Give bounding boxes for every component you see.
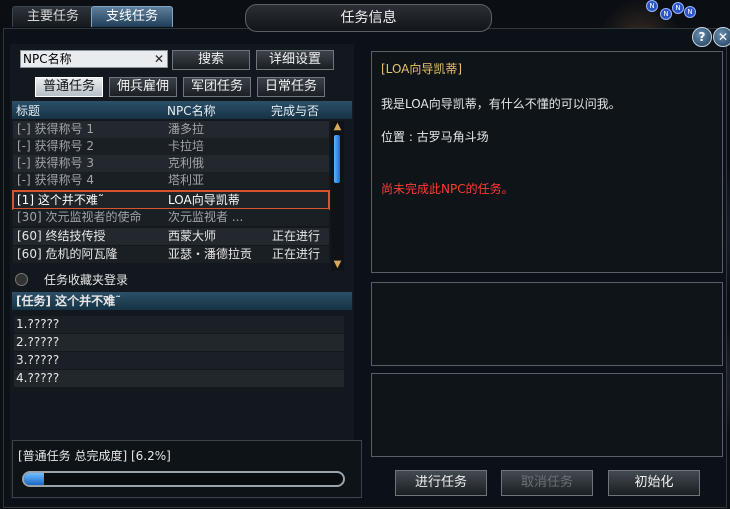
reward-panel bbox=[371, 282, 723, 366]
quest-npc: 西蒙大师 bbox=[168, 229, 217, 243]
quest-title: [1] 这个并不难˜ bbox=[17, 193, 104, 207]
quest-row[interactable]: [30] 次元监视者的使命 次元监视者 ... bbox=[13, 209, 329, 226]
filter-tab-daily[interactable]: 日常任务 bbox=[257, 77, 325, 97]
quest-npc: 塔利亚 bbox=[168, 173, 205, 187]
objective-row: 1.????? bbox=[14, 316, 344, 333]
completion-label: [普通任务 总完成度] [6.2%] bbox=[18, 449, 171, 463]
npc-greeting: 我是LOA向导凯蒂，有什么不懂的可以问我。 bbox=[381, 97, 621, 111]
reset-button[interactable]: 初始化 bbox=[608, 470, 700, 496]
quest-npc: 潘多拉 bbox=[168, 122, 205, 136]
quest-title: [30] 次元监视者的使命 bbox=[17, 210, 142, 224]
quest-row[interactable]: [-] 获得称号 1 潘多拉 bbox=[13, 121, 329, 138]
extra-panel bbox=[371, 373, 723, 457]
quest-row[interactable]: [-] 获得称号 3 克利俄 bbox=[13, 155, 329, 172]
search-input-value: NPC名称 bbox=[23, 52, 72, 66]
cancel-quest-button[interactable]: 取消任务 bbox=[501, 470, 593, 496]
favorites-radio[interactable] bbox=[15, 273, 28, 286]
clear-icon[interactable]: ✕ bbox=[154, 51, 164, 67]
column-title: 标题 bbox=[16, 104, 41, 118]
progress-fill bbox=[24, 473, 44, 485]
scroll-thumb[interactable] bbox=[334, 135, 340, 183]
minimap-marker-icon: N bbox=[684, 6, 696, 18]
selected-quest-title: [任务] 这个并不难˜ bbox=[12, 292, 352, 310]
help-button[interactable]: ? bbox=[692, 27, 712, 47]
npc-location: 位置 : 古罗马角斗场 bbox=[381, 130, 489, 144]
objective-row: 4.????? bbox=[14, 370, 344, 387]
quest-row[interactable]: [60] 终结技传授 西蒙大师 正在进行 bbox=[13, 228, 329, 245]
objective-row: 2.????? bbox=[14, 334, 344, 351]
quest-status: 正在进行 bbox=[272, 229, 321, 243]
search-button[interactable]: 搜索 bbox=[172, 50, 250, 70]
quest-title: [60] 终结技传授 bbox=[17, 229, 106, 243]
scroll-up-icon[interactable]: ▲ bbox=[331, 121, 344, 133]
npc-warning: 尚未完成此NPC的任务。 bbox=[381, 182, 514, 196]
quest-row[interactable]: [-] 获得称号 2 卡拉培 bbox=[13, 138, 329, 155]
column-npc: NPC名称 bbox=[167, 104, 216, 118]
filter-tab-legion[interactable]: 军团任务 bbox=[183, 77, 251, 97]
objective-row: 3.????? bbox=[14, 352, 344, 369]
tab-main-quests[interactable]: 主要任务 bbox=[12, 6, 94, 27]
quest-title: [-] 获得称号 3 bbox=[17, 156, 94, 170]
quest-npc: 克利俄 bbox=[168, 156, 205, 170]
npc-info-panel bbox=[371, 51, 723, 273]
quest-title: [-] 获得称号 4 bbox=[17, 173, 94, 187]
npc-name: [LOA向导凯蒂] bbox=[381, 62, 463, 76]
quest-row[interactable]: [-] 获得称号 4 塔利亚 bbox=[13, 172, 329, 189]
quest-npc: LOA向导凯蒂 bbox=[168, 193, 240, 207]
column-status: 完成与否 bbox=[271, 104, 320, 118]
quest-status: 正在进行 bbox=[272, 247, 321, 261]
minimap-marker-icon: N bbox=[660, 8, 672, 20]
favorites-label: 任务收藏夹登录 bbox=[44, 273, 129, 287]
window-title: 任务信息 bbox=[245, 4, 492, 32]
npc-search-input[interactable]: NPC名称 ✕ bbox=[20, 50, 168, 68]
tab-side-quests[interactable]: 支线任务 bbox=[91, 6, 173, 27]
quest-npc: 卡拉培 bbox=[168, 139, 205, 153]
quest-title: [-] 获得称号 1 bbox=[17, 122, 94, 136]
quest-npc: 次元监视者 ... bbox=[168, 210, 244, 224]
quest-row[interactable]: [60] 危机的阿瓦隆 亚瑟・潘德拉贡 正在进行 bbox=[13, 246, 329, 263]
detail-settings-button[interactable]: 详细设置 bbox=[256, 50, 334, 70]
close-button[interactable]: ✕ bbox=[713, 27, 730, 47]
start-quest-button[interactable]: 进行任务 bbox=[395, 470, 487, 496]
quest-list-header: 标题 NPC名称 完成与否 bbox=[12, 101, 352, 119]
scroll-down-icon[interactable]: ▼ bbox=[331, 259, 344, 271]
quest-title: [60] 危机的阿瓦隆 bbox=[17, 247, 118, 261]
quest-row-selected[interactable]: [1] 这个并不难˜ LOA向导凯蒂 bbox=[12, 190, 330, 210]
completion-progress-bar bbox=[22, 471, 345, 487]
minimap-marker-icon: N bbox=[672, 2, 684, 14]
filter-tab-normal[interactable]: 普通任务 bbox=[35, 77, 103, 97]
quest-list-scrollbar[interactable]: ▲ ▼ bbox=[331, 121, 344, 271]
filter-tab-mercenary[interactable]: 佣兵雇佣 bbox=[109, 77, 177, 97]
quest-title: [-] 获得称号 2 bbox=[17, 139, 94, 153]
minimap-marker-icon: N bbox=[646, 0, 658, 12]
quest-npc: 亚瑟・潘德拉贡 bbox=[168, 247, 253, 261]
